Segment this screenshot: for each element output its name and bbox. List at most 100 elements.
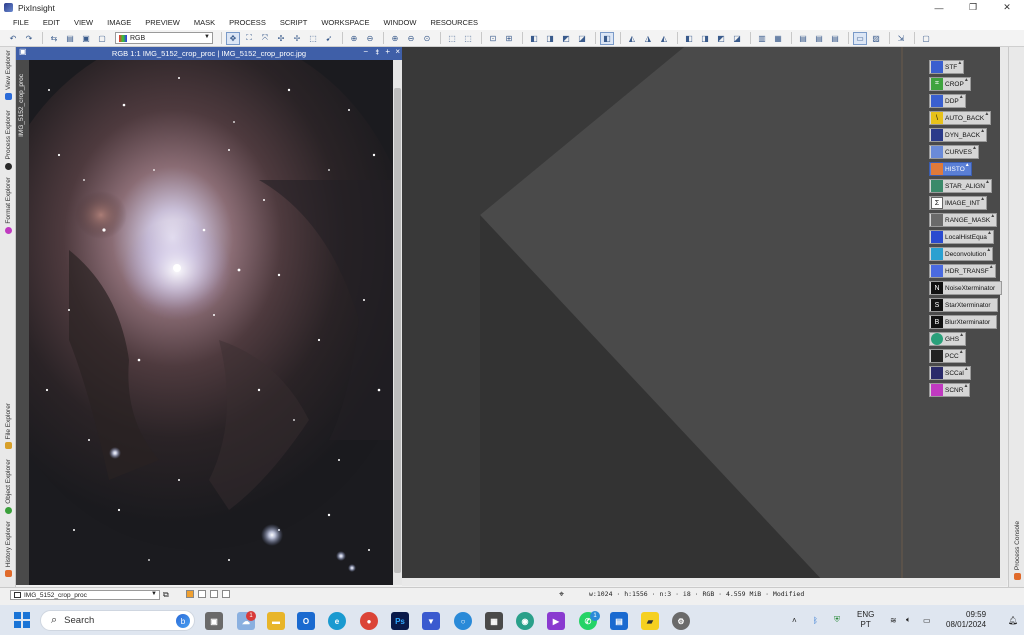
mask-icon-2[interactable]: ◨ (543, 32, 557, 45)
windows-start-icon[interactable] (14, 612, 30, 628)
pixinsight-app-icon[interactable]: ▼ (422, 612, 440, 630)
tab-file-explorer[interactable]: File Explorer (0, 403, 16, 450)
move-icon[interactable]: ✢ (290, 32, 304, 45)
settings-icon[interactable]: ⚙ (672, 612, 690, 630)
zoom-out-alt-icon[interactable]: ⊖ (404, 32, 418, 45)
defender-icon[interactable]: ⛨ (834, 605, 840, 635)
workspace-horizontal-scrollbar[interactable] (402, 578, 1007, 586)
menu-view[interactable]: VIEW (67, 18, 100, 27)
print-icon[interactable]: ▤ (63, 32, 77, 45)
app-ring-icon[interactable]: ○ (454, 612, 472, 630)
process-icon-ddp[interactable]: DDP ▲ (929, 94, 966, 108)
taskbar-search[interactable]: ⌕ Search b (40, 610, 195, 631)
process-icon-hdr[interactable]: HDR_TRANSF ▲ (929, 264, 996, 278)
menu-mask[interactable]: MASK (187, 18, 222, 27)
expand-icon[interactable]: ⤧ (258, 32, 272, 45)
process-icon-star-align[interactable]: STAR_ALIGN ▲ (929, 179, 992, 193)
layout-icon-5[interactable]: ▤ (828, 32, 842, 45)
volume-icon[interactable]: 🔈︎ (906, 605, 911, 635)
view-selector[interactable]: IMG_5152_crop_proc ▼ (10, 590, 160, 600)
pointer-icon[interactable]: ➹ (322, 32, 336, 45)
process-icon-range-mask[interactable]: RANGE_MASK ▲ (929, 213, 998, 227)
image-icon[interactable]: ▨ (869, 32, 883, 45)
wifi-icon[interactable]: ≋ (890, 605, 897, 635)
image-window-minimize-button[interactable]: − (363, 47, 368, 56)
process-icon-crop[interactable]: ⌗ CROP ▲ (929, 77, 971, 91)
layout-icon-3[interactable]: ▤ (796, 32, 810, 45)
menu-workspace[interactable]: WORKSPACE (314, 18, 376, 27)
console-icon[interactable]: ▢ (919, 32, 933, 45)
zoom-fit-icon[interactable]: ⛶ (242, 32, 256, 45)
store-icon[interactable]: ▤ (610, 612, 628, 630)
tab-process-console[interactable]: Process Console (1009, 521, 1024, 581)
mask-icon-1[interactable]: ◧ (527, 32, 541, 45)
channel-icon-2[interactable]: ◨ (698, 32, 712, 45)
process-icon-histo[interactable]: HISTO ▲ (929, 162, 972, 176)
mask-icon-4[interactable]: ◪ (575, 32, 589, 45)
notifications-icon[interactable]: 🔔︎ (1008, 605, 1018, 635)
tab-format-explorer[interactable]: Format Explorer (0, 177, 16, 234)
select-mode-icon[interactable]: ✥ (226, 31, 240, 45)
redo-icon[interactable]: ↷ (22, 32, 36, 45)
maximize-button[interactable]: ❐ (956, 0, 990, 15)
mask-icon-3[interactable]: ◩ (559, 32, 573, 45)
stf-icon-2[interactable]: ◮ (641, 32, 655, 45)
preview-edit-icon[interactable]: ⊞ (502, 32, 516, 45)
layout-icon-2[interactable]: ▦ (771, 32, 785, 45)
channel-icon-3[interactable]: ◩ (714, 32, 728, 45)
zoom-1-1-icon[interactable]: ⊙ (420, 32, 434, 45)
display-mode-icon[interactable] (222, 590, 230, 598)
chrome-icon[interactable]: ● (360, 612, 378, 630)
process-icon-curves[interactable]: CURVES ▲ (929, 145, 979, 159)
photoshop-icon[interactable]: Ps (391, 612, 409, 630)
fit-view-icon[interactable]: ⬚ (445, 32, 459, 45)
tab-object-explorer[interactable]: Object Explorer (0, 459, 16, 514)
menu-window[interactable]: WINDOW (377, 18, 424, 27)
process-icon-deconvolution[interactable]: Deconvolution ▲ (929, 247, 994, 261)
save-icon[interactable]: ▣ (79, 32, 93, 45)
calculator-icon[interactable]: ▦ (485, 612, 503, 630)
image-window-shade-button[interactable]: ⯒ (375, 47, 379, 61)
pan-icon[interactable]: ✣ (274, 32, 288, 45)
menu-edit[interactable]: EDIT (36, 18, 67, 27)
process-icon-stf[interactable]: STF ▲ (929, 60, 965, 74)
layout-icon-4[interactable]: ▤ (812, 32, 826, 45)
channel-icon-1[interactable]: ◧ (682, 32, 696, 45)
bluetooth-icon[interactable]: ᛒ (813, 605, 818, 635)
save-as-icon[interactable]: ▢ (95, 32, 109, 45)
view-copy-icon[interactable]: ⧉ (163, 590, 169, 600)
outlook-icon[interactable]: O (297, 612, 315, 630)
menu-file[interactable]: FILE (6, 18, 36, 27)
scroll-thumb[interactable] (394, 88, 401, 573)
zoom-in-alt-icon[interactable]: ⊕ (388, 32, 402, 45)
close-button[interactable]: ✕ (990, 0, 1024, 15)
process-icon-noisex[interactable]: N NoiseXterminator (929, 281, 1003, 295)
sticky-notes-icon[interactable]: ▰ (641, 612, 659, 630)
stf-icon-3[interactable]: ◭ (657, 32, 671, 45)
open-icon[interactable]: ⇆ (47, 32, 61, 45)
menu-preview[interactable]: PREVIEW (138, 18, 187, 27)
image-window[interactable]: ▣ RGB 1:1 IMG_5152_crop_proc | IMG_5152_… (16, 47, 402, 585)
file-explorer-app-icon[interactable]: ▬ (267, 612, 285, 630)
workspace-vertical-scrollbar[interactable] (1000, 47, 1008, 580)
tab-process-explorer[interactable]: Process Explorer (0, 110, 16, 170)
monitor-icon[interactable]: ▭ (853, 31, 867, 45)
edge-icon[interactable]: e (328, 612, 346, 630)
tab-history-explorer[interactable]: History Explorer (0, 521, 16, 578)
preview-mode-icon[interactable] (210, 590, 218, 598)
preview-new-icon[interactable]: ⊡ (486, 32, 500, 45)
image-window-title-bar[interactable]: ▣ RGB 1:1 IMG_5152_crop_proc | IMG_5152_… (16, 47, 402, 60)
process-icon-starx[interactable]: S StarXterminator (929, 298, 998, 312)
stf-toggle-icon[interactable]: ◧ (600, 31, 614, 45)
process-icon-blurx[interactable]: B BlurXterminator (929, 315, 998, 329)
undo-icon[interactable]: ↶ (6, 32, 20, 45)
channel-select[interactable]: RGB ▼ (115, 32, 213, 44)
process-icon-ghs[interactable]: GHS ▲ (929, 332, 967, 346)
clipchamp-icon[interactable]: ▶ (547, 612, 565, 630)
mask-mode-icon[interactable] (198, 590, 206, 598)
stf-mode-icon[interactable] (186, 590, 194, 598)
task-view-icon[interactable]: ▣ (205, 612, 223, 630)
menu-script[interactable]: SCRIPT (273, 18, 315, 27)
menu-resources[interactable]: RESOURCES (423, 18, 485, 27)
image-window-view-tab[interactable]: IMG_5152_crop_proc (16, 60, 29, 585)
